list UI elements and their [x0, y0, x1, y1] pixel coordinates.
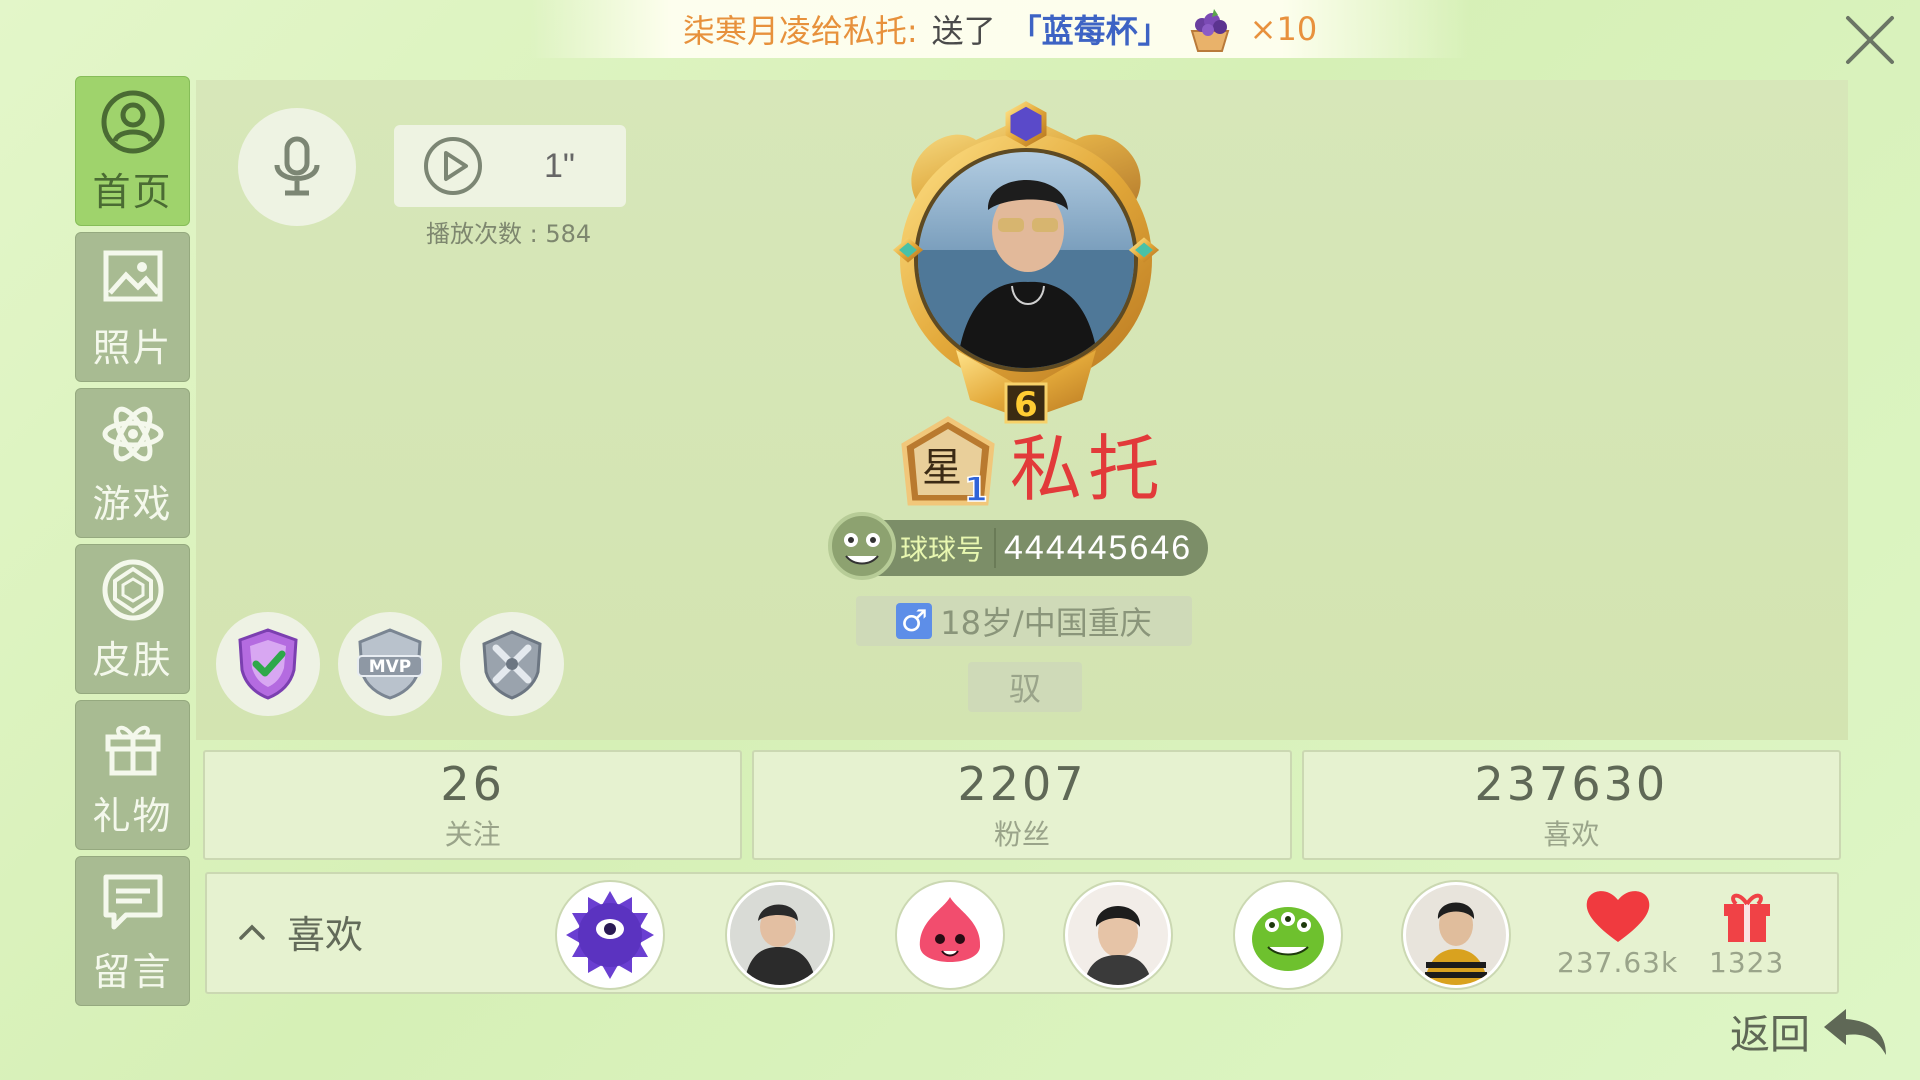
- return-arrow-icon: [1824, 1009, 1886, 1055]
- fans-stat[interactable]: 2207 粉丝: [752, 750, 1292, 860]
- nav-label-games: 游戏: [92, 481, 173, 526]
- following-stat[interactable]: 26 关注: [203, 750, 743, 860]
- name-row: 星 1 私托: [896, 410, 1166, 515]
- record-voice-button[interactable]: [238, 108, 356, 226]
- user-id-label: 球球号: [900, 528, 997, 568]
- age-location-tag: ♂ 18岁/中国重庆: [856, 596, 1192, 646]
- fans-count: 2207: [957, 757, 1087, 811]
- user-photo-icon: [1068, 885, 1168, 985]
- message-icon: [103, 874, 162, 929]
- crossed-axes-icon: [482, 630, 542, 700]
- chevron-up-icon: [239, 924, 265, 940]
- nav-item-games[interactable]: 游戏: [75, 388, 190, 538]
- pink-blob-icon: [919, 897, 981, 962]
- likes-toggle-label: 喜欢: [287, 913, 364, 957]
- fans-label: 粉丝: [993, 818, 1050, 851]
- total-likes-value: 237.63k: [1557, 946, 1679, 979]
- mvp-icon: MVP: [357, 628, 423, 700]
- user-id-number: 444445646: [1004, 528, 1193, 567]
- liker-avatar[interactable]: [1403, 882, 1509, 988]
- ball-mascot-icon: [828, 512, 896, 580]
- svg-text:MVP: MVP: [369, 657, 412, 677]
- nav-item-gifts[interactable]: 礼物: [75, 700, 190, 850]
- male-icon: ♂: [896, 603, 933, 639]
- user-photo-icon: [1406, 885, 1506, 985]
- avatar-with-level-frame[interactable]: 6: [856, 100, 1196, 430]
- liker-avatar[interactable]: [1065, 882, 1171, 988]
- banner-sender: 柒寒月凌给私托:: [682, 12, 918, 50]
- play-count: 播放次数 : 584: [426, 220, 592, 248]
- star-rank-badge: 星 1: [901, 415, 995, 510]
- likes-label: 喜欢: [1543, 818, 1600, 851]
- mvp-badge[interactable]: MVP: [338, 612, 442, 716]
- verified-shield-icon: [238, 628, 298, 700]
- voice-duration: 1": [544, 146, 575, 185]
- following-label: 关注: [444, 818, 501, 851]
- gift-box-icon: [1723, 893, 1770, 942]
- liker-avatar[interactable]: [1235, 882, 1341, 988]
- signature-tag: 驭: [968, 662, 1082, 712]
- purple-spiky-monster-icon: [566, 891, 654, 979]
- gem-icon: [102, 559, 163, 620]
- side-nav: 首页 照片 游戏 皮肤 礼物 留言: [75, 76, 192, 1012]
- nav-label-skins: 皮肤: [92, 637, 173, 682]
- banner-action: 送了: [931, 12, 996, 50]
- liker-avatar[interactable]: [727, 882, 833, 988]
- verified-shield-badge[interactable]: [216, 612, 320, 716]
- nav-item-skins[interactable]: 皮肤: [75, 544, 190, 694]
- nav-label-gifts: 礼物: [92, 793, 173, 838]
- nav-label-photos: 照片: [92, 325, 173, 370]
- voice-intro-player[interactable]: 1": [394, 125, 626, 207]
- blueberry-cup-icon: [1190, 9, 1229, 52]
- total-gifts-summary[interactable]: 1323: [1709, 886, 1784, 979]
- user-id-pill[interactable]: 球球号 444445646: [828, 512, 1208, 580]
- nav-item-photos[interactable]: 照片: [75, 232, 190, 382]
- username: 私托: [1010, 427, 1167, 511]
- green-monster-icon: [1252, 907, 1324, 971]
- stats-row: 26 关注 2207 粉丝 237630 喜欢: [203, 750, 1841, 860]
- nav-item-messages[interactable]: 留言: [75, 856, 190, 1006]
- likes-toggle[interactable]: 喜欢: [237, 904, 363, 959]
- microphone-icon: [274, 136, 320, 196]
- banner-gift-count: ×10: [1249, 10, 1318, 48]
- age-location-text: 18岁/中国重庆: [940, 604, 1152, 642]
- close-button[interactable]: [1840, 10, 1900, 70]
- nav-item-home[interactable]: 首页: [75, 76, 190, 226]
- total-gifts-value: 1323: [1709, 946, 1785, 979]
- liker-avatar[interactable]: [897, 882, 1003, 988]
- heart-icon: [1586, 891, 1649, 942]
- total-likes-summary[interactable]: 237.63k: [1557, 886, 1678, 979]
- liker-avatar[interactable]: [557, 882, 663, 988]
- rank-label: 星: [922, 445, 962, 491]
- close-icon: [1846, 16, 1894, 64]
- nav-label-home: 首页: [92, 169, 173, 214]
- user-photo-icon: [730, 885, 830, 985]
- profile-panel: 1" 播放次数 : 584 6 星 1 私托 球球号 444445646 ♂ 1…: [196, 80, 1848, 740]
- photo-icon: [103, 250, 162, 301]
- profile-icon: [101, 90, 164, 153]
- atom-icon: [102, 406, 163, 461]
- back-button[interactable]: 返回: [1730, 1002, 1896, 1060]
- likers-row: 喜欢 237.63k 1323: [205, 872, 1839, 994]
- crossed-axes-badge[interactable]: [460, 612, 564, 716]
- following-count: 26: [440, 757, 505, 811]
- gift-icon: [105, 725, 160, 775]
- likes-stat[interactable]: 237630 喜欢: [1301, 750, 1841, 860]
- nav-label-messages: 留言: [92, 949, 173, 994]
- back-label: 返回: [1730, 1012, 1810, 1058]
- likes-count: 237630: [1474, 757, 1669, 811]
- banner-gift-name: 「蓝莓杯」: [1009, 12, 1170, 50]
- gift-notification-banner: 柒寒月凌给私托: 送了 「蓝莓杯」 ×10: [530, 0, 1470, 58]
- rank-number: 1: [964, 470, 988, 510]
- play-icon: [424, 137, 482, 195]
